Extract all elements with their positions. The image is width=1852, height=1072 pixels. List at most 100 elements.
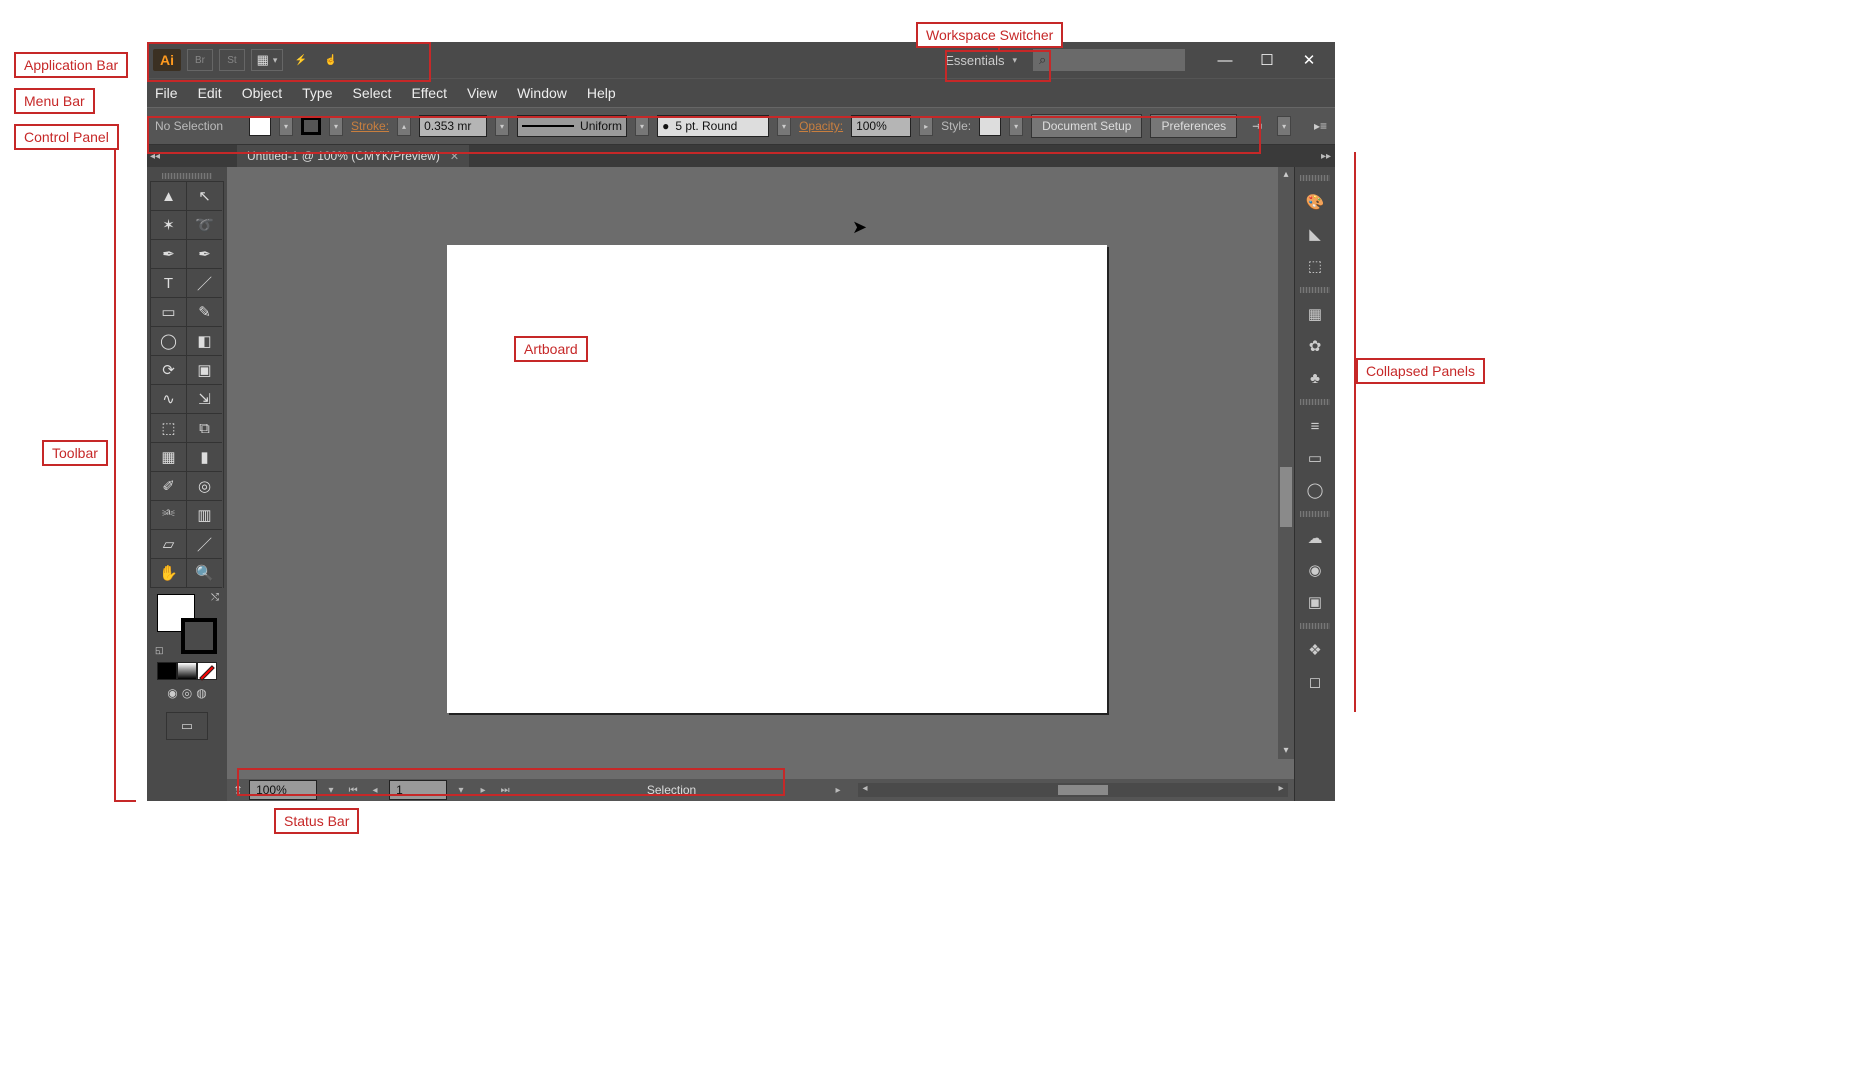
scroll-up-icon[interactable]: ▴: [1278, 167, 1294, 183]
zoom-field[interactable]: 100%: [249, 780, 317, 800]
tool-eyedropper[interactable]: ✐: [151, 472, 187, 501]
tool-gradient[interactable]: ▮: [187, 443, 222, 472]
align-dropdown[interactable]: ▾: [1277, 116, 1291, 136]
tool-paintbrush[interactable]: ✎: [187, 298, 222, 327]
bridge-icon[interactable]: Br: [187, 49, 213, 71]
panel-color-guide[interactable]: ◣: [1300, 219, 1330, 249]
menu-help[interactable]: Help: [587, 85, 616, 101]
first-artboard-icon[interactable]: ⏮: [345, 782, 361, 798]
tool-column-graph[interactable]: ▥: [187, 501, 222, 530]
profile-field[interactable]: Uniform: [517, 115, 627, 137]
tool-perspective[interactable]: ⧉: [187, 414, 222, 443]
gpu-icon[interactable]: ⚡: [289, 50, 313, 70]
menu-edit[interactable]: Edit: [198, 85, 222, 101]
menu-type[interactable]: Type: [302, 85, 332, 101]
fill-swatch[interactable]: [249, 116, 271, 136]
minimize-button[interactable]: —: [1205, 48, 1245, 72]
draw-normal-icon[interactable]: ◉: [167, 686, 177, 704]
opacity-dropdown[interactable]: ▸: [919, 116, 933, 136]
panel-stroke[interactable]: ♣: [1300, 363, 1330, 393]
tool-artboard[interactable]: ▱: [151, 530, 187, 559]
tool-free-transform[interactable]: ⇲: [187, 385, 222, 414]
style-dropdown[interactable]: ▾: [1009, 116, 1023, 136]
default-fill-stroke-icon[interactable]: ◱: [155, 645, 164, 656]
panel-symbols[interactable]: ✿: [1300, 331, 1330, 361]
tool-blend[interactable]: ◎: [187, 472, 222, 501]
stroke-weight-field[interactable]: 0.353 mr: [419, 115, 487, 137]
stroke-dropdown[interactable]: ▾: [329, 116, 343, 136]
menu-window[interactable]: Window: [517, 85, 567, 101]
vertical-scroll-thumb[interactable]: [1280, 467, 1292, 527]
fill-dropdown[interactable]: ▾: [279, 116, 293, 136]
panel-swatches[interactable]: ⬚: [1300, 251, 1330, 281]
status-flyout-icon[interactable]: ▸: [830, 782, 846, 798]
canvas[interactable]: ➤ ▴ ▾: [227, 167, 1294, 779]
tool-mesh[interactable]: ▦: [151, 443, 187, 472]
panel-transparency[interactable]: ▭: [1300, 443, 1330, 473]
tool-selection[interactable]: ▲: [151, 182, 187, 211]
opacity-link[interactable]: Opacity:: [799, 119, 843, 133]
toolbar-grip[interactable]: [162, 173, 212, 179]
tool-direct-selection[interactable]: ↖: [187, 182, 222, 211]
tool-rotate[interactable]: ⟳: [151, 356, 187, 385]
panel-grip[interactable]: [1300, 175, 1330, 181]
profile-dropdown[interactable]: ▾: [635, 116, 649, 136]
tool-curvature[interactable]: ✒: [187, 240, 222, 269]
tool-slice[interactable]: ／: [187, 530, 222, 559]
menu-object[interactable]: Object: [242, 85, 282, 101]
tool-eraser[interactable]: ◧: [187, 327, 222, 356]
color-gradient[interactable]: [177, 662, 197, 680]
tool-zoom[interactable]: 🔍: [187, 559, 222, 588]
panel-brushes[interactable]: ▦: [1300, 299, 1330, 329]
stroke-swatch[interactable]: [301, 117, 321, 135]
align-icon[interactable]: ⇥: [1245, 119, 1269, 133]
stroke-weight-dropdown[interactable]: ▾: [495, 116, 509, 136]
zoom-dropdown[interactable]: ▾: [323, 782, 339, 798]
horizontal-scrollbar[interactable]: ◂ ▸: [858, 783, 1288, 797]
panel-icon-12[interactable]: ❖: [1300, 635, 1330, 665]
prev-artboard-icon[interactable]: ◂: [367, 782, 383, 798]
stroke-box[interactable]: [181, 618, 217, 654]
close-button[interactable]: ✕: [1289, 48, 1329, 72]
toolbar-collapse-icon[interactable]: ◂◂: [150, 151, 160, 162]
panel-color[interactable]: 🎨: [1300, 187, 1330, 217]
tool-shaper[interactable]: ◯: [151, 327, 187, 356]
brush-dropdown[interactable]: ▾: [777, 116, 791, 136]
panel-icon-13[interactable]: ◻: [1300, 667, 1330, 697]
menu-select[interactable]: Select: [353, 85, 392, 101]
tool-magic-wand[interactable]: ✶: [151, 211, 187, 240]
tool-rectangle[interactable]: ▭: [151, 298, 187, 327]
menu-file[interactable]: File: [155, 85, 178, 101]
tool-width[interactable]: ∿: [151, 385, 187, 414]
stroke-step-up[interactable]: ▴: [397, 116, 411, 136]
share-icon[interactable]: ⇪: [233, 783, 243, 797]
artboard-nav-dropdown[interactable]: ▾: [453, 782, 469, 798]
artboard[interactable]: [447, 245, 1107, 713]
panel-artboards[interactable]: ▣: [1300, 587, 1330, 617]
artboard-nav-field[interactable]: 1: [389, 780, 447, 800]
arrange-documents-icon[interactable]: ▦: [251, 49, 283, 71]
panel-graphic-styles[interactable]: ☁: [1300, 523, 1330, 553]
draw-behind-icon[interactable]: ◎: [182, 686, 192, 704]
horizontal-scroll-thumb[interactable]: [1058, 785, 1108, 795]
color-solid[interactable]: [157, 662, 177, 680]
tool-symbol-sprayer[interactable]: ⎃: [151, 501, 187, 530]
next-artboard-icon[interactable]: ▸: [475, 782, 491, 798]
style-swatch[interactable]: [979, 116, 1001, 136]
tool-scale[interactable]: ▣: [187, 356, 222, 385]
panel-layers[interactable]: ◉: [1300, 555, 1330, 585]
close-tab-icon[interactable]: ✕: [450, 150, 459, 163]
tool-hand[interactable]: ✋: [151, 559, 187, 588]
vertical-scrollbar[interactable]: ▴ ▾: [1278, 167, 1294, 759]
menu-view[interactable]: View: [467, 85, 497, 101]
tool-pen[interactable]: ✒: [151, 240, 187, 269]
stroke-link[interactable]: Stroke:: [351, 119, 389, 133]
panels-collapse-icon[interactable]: ▸▸: [1321, 151, 1331, 162]
swap-fill-stroke-icon[interactable]: ⤭: [211, 592, 219, 603]
last-artboard-icon[interactable]: ⏭: [497, 782, 513, 798]
screen-mode-icon[interactable]: ▭: [166, 712, 208, 740]
preferences-button[interactable]: Preferences: [1150, 114, 1237, 138]
tool-line[interactable]: ／: [187, 269, 222, 298]
brush-field[interactable]: ●5 pt. Round: [657, 115, 769, 137]
panel-menu-icon[interactable]: ▸≡: [1314, 119, 1327, 133]
